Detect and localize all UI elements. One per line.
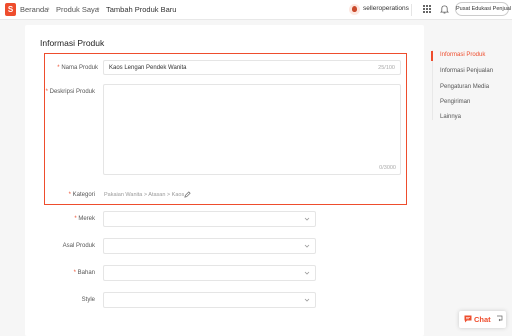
product-name-value: Kaos Lengan Pendek Wanita [109,65,187,71]
origin-label: Asal Produk [62,243,95,249]
breadcrumb-separator-icon: › [97,4,100,13]
category-value: Pakaian Wanita > Atasan > Kaos [104,192,185,198]
breadcrumb-separator-icon: › [47,4,50,13]
product-name-input[interactable]: Kaos Lengan Pendek Wanita 25/100 [103,60,401,75]
product-form-card: Informasi Produk * Nama Produk Kaos Leng… [25,25,424,336]
breadcrumb-home[interactable]: Beranda [20,5,48,14]
chevron-down-icon [304,271,310,275]
avatar[interactable] [349,4,360,15]
bell-icon[interactable] [440,4,449,14]
chevron-down-icon [304,217,310,221]
brand-label: * Merek [74,216,95,222]
side-nav-shipping[interactable]: Pengiriman [440,99,470,105]
chat-icon [464,315,472,323]
side-nav-sales-info[interactable]: Informasi Penjualan [440,68,493,74]
section-title: Informasi Produk [40,38,105,48]
shopee-logo-icon[interactable]: S [5,3,16,16]
product-name-label: * Nama Produk [57,65,98,71]
style-label: Style [81,297,95,303]
side-nav-media-settings[interactable]: Pengaturan Media [440,84,489,90]
chat-button[interactable]: Chat [459,311,506,328]
chat-label: Chat [474,315,491,324]
description-textarea[interactable]: 0/3000 [103,84,401,175]
grid-icon[interactable] [423,5,431,13]
category-label: * Kategori [68,192,95,198]
material-label: * Bahan [73,270,95,276]
breadcrumb-current: Tambah Produk Baru [106,5,177,14]
side-nav-product-info[interactable]: Informasi Produk [440,52,485,58]
description-counter: 0/3000 [379,165,396,171]
description-label: * Deskripsi Produk [45,89,95,95]
origin-select[interactable] [103,238,316,254]
chevron-down-icon [304,298,310,302]
seller-education-button[interactable]: Pusat Edukasi Penjual [455,2,511,16]
style-select[interactable] [103,292,316,308]
brand-select[interactable] [103,211,316,227]
username[interactable]: selleroperations [363,5,409,12]
chat-expand-icon[interactable] [496,315,503,323]
material-select[interactable] [103,265,316,281]
breadcrumb-products[interactable]: Produk Saya [56,5,99,14]
side-nav-active-marker [431,51,433,61]
side-nav-others[interactable]: Lainnya [440,114,461,120]
product-name-counter: 25/100 [378,65,395,71]
chevron-down-icon [304,244,310,248]
pencil-icon[interactable] [184,191,191,198]
divider [411,4,412,16]
top-bar: S Beranda › Produk Saya › Tambah Produk … [0,0,512,20]
